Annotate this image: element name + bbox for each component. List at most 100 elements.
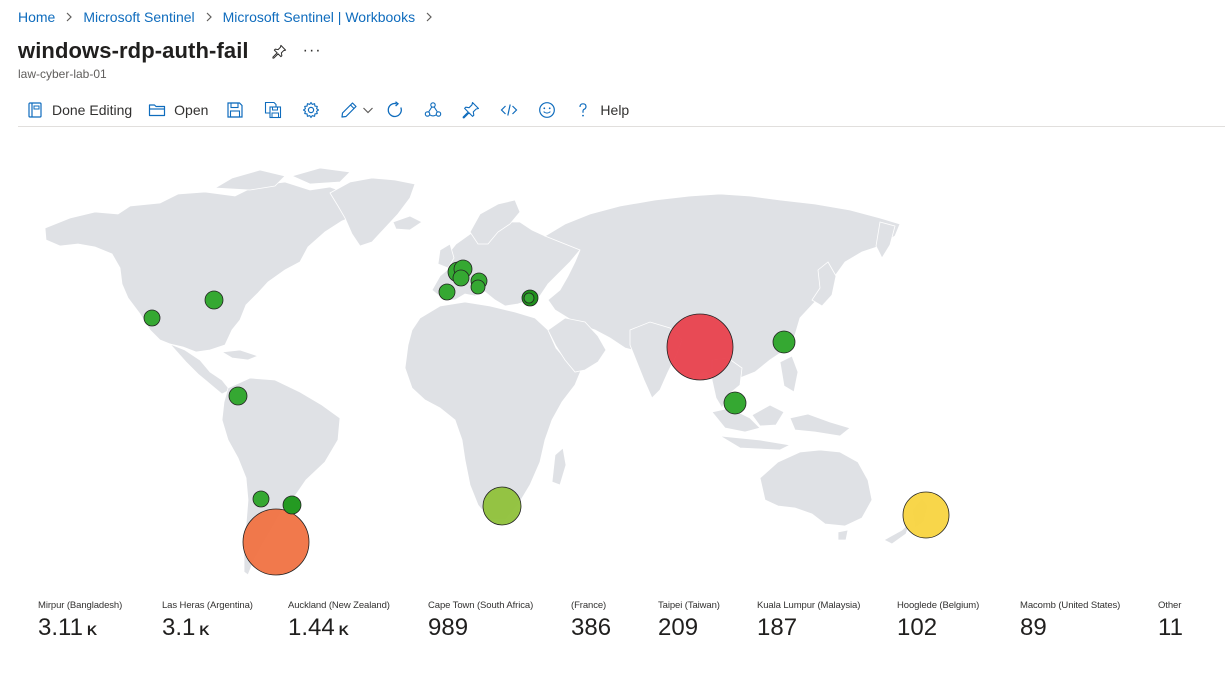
chevron-down-icon	[363, 107, 374, 114]
tile-location: Macomb (United States)	[1020, 600, 1121, 611]
tile-france[interactable]: (France) 386	[571, 600, 615, 642]
land-kamchatka	[875, 221, 896, 259]
bubble-buenos-aires[interactable]	[282, 495, 302, 515]
page-title: windows-rdp-auth-fail	[18, 38, 249, 63]
chevron-right-icon	[424, 12, 434, 22]
tile-value: 187	[757, 614, 798, 641]
tile-unit: K	[338, 622, 349, 638]
toolbar: Done Editing Open Help	[18, 94, 1225, 127]
tile-location: (France)	[571, 600, 607, 611]
land-madagascar	[551, 447, 567, 486]
tile-auckland-new-zealand[interactable]: Auckland (New Zealand) 1.44 K	[288, 600, 390, 642]
feedback-smiley-icon	[539, 102, 556, 118]
workspace-subtitle: law-cyber-lab-01	[18, 67, 107, 81]
help-label: Help	[600, 102, 630, 118]
done-editing-label: Done Editing	[52, 102, 133, 118]
settings-gear-icon	[303, 101, 320, 119]
pin-icon[interactable]	[271, 42, 289, 60]
share-icon	[425, 102, 442, 117]
settings-button[interactable]	[292, 94, 330, 126]
bubble-france[interactable]	[438, 283, 456, 301]
bubble-mirpur-bangladesh[interactable]	[666, 313, 734, 381]
help-button[interactable]: Help	[566, 94, 637, 126]
bubble-taipei-taiwan[interactable]	[772, 330, 796, 354]
done-editing-button[interactable]: Done Editing	[18, 94, 140, 126]
tile-value: 1.44	[288, 614, 335, 641]
advanced-editor-button[interactable]	[490, 94, 528, 126]
tile-value: 209	[658, 614, 699, 641]
refresh-button[interactable]	[376, 94, 414, 126]
tile-value: 989	[428, 614, 469, 641]
tile-macomb-united-states[interactable]: Macomb (United States) 89	[1020, 600, 1120, 642]
world-map	[0, 128, 1225, 598]
more-options-button[interactable]: ···	[303, 42, 322, 60]
bubble-macomb-united-states[interactable]	[204, 290, 224, 310]
breadcrumb: Home Microsoft Sentinel Microsoft Sentin…	[18, 8, 443, 26]
tile-location: Taipei (Taiwan)	[658, 600, 720, 611]
bubble-auckland-new-zealand[interactable]	[902, 491, 950, 539]
land-australia	[759, 449, 873, 527]
tile-location: Auckland (New Zealand)	[288, 600, 390, 611]
save-button[interactable]	[216, 94, 254, 126]
tile-kuala-lumpur-malaysia[interactable]: Kuala Lumpur (Malaysia) 187	[757, 600, 860, 642]
land-greenland	[329, 177, 416, 247]
tile-location: Las Heras (Argentina)	[162, 600, 253, 611]
tile-value: 102	[897, 614, 938, 641]
breadcrumb-sentinel[interactable]: Microsoft Sentinel	[83, 9, 194, 25]
tile-location: Other	[1158, 600, 1182, 611]
tile-location: Mirpur (Bangladesh)	[38, 600, 123, 611]
save-as-button[interactable]	[254, 94, 292, 126]
tile-mirpur-bangladesh[interactable]: Mirpur (Bangladesh) 3.11 K	[38, 600, 122, 642]
land-philippines	[779, 355, 799, 393]
help-question-icon	[579, 103, 588, 117]
share-button[interactable]	[414, 94, 452, 126]
code-icon	[501, 104, 518, 116]
tile-unit: K	[199, 622, 210, 638]
bubble-chile[interactable]	[252, 490, 270, 508]
land-iceland	[392, 215, 423, 231]
tile-location: Kuala Lumpur (Malaysia)	[757, 600, 861, 611]
done-editing-icon	[28, 102, 42, 118]
land-caribbean	[220, 349, 260, 361]
tile-value: 3.11	[38, 614, 83, 641]
world-map-svg	[44, 167, 950, 576]
open-button[interactable]: Open	[140, 94, 216, 126]
tile-location: Hooglede (Belgium)	[897, 600, 980, 611]
pin-to-dashboard-button[interactable]	[452, 94, 490, 126]
tile-las-heras-argentina[interactable]: Las Heras (Argentina) 3.1 K	[162, 600, 253, 642]
tile-taipei-taiwan[interactable]: Taipei (Taiwan) 209	[658, 600, 720, 642]
breadcrumb-workbooks[interactable]: Microsoft Sentinel | Workbooks	[223, 9, 415, 25]
save-as-icon	[265, 101, 282, 119]
tile-value: 11	[1158, 614, 1183, 641]
tile-value: 386	[571, 614, 612, 641]
refresh-icon	[388, 101, 403, 118]
bubble-turkey[interactable]	[523, 292, 535, 304]
breadcrumb-home[interactable]: Home	[18, 9, 55, 25]
open-folder-icon	[149, 104, 166, 117]
pin-icon	[463, 101, 480, 119]
land-north-america	[44, 181, 373, 353]
bubble-colombia[interactable]	[228, 386, 248, 406]
edit-pencil-icon	[341, 102, 358, 118]
chevron-right-icon	[64, 12, 74, 22]
tile-hooglede-belgium[interactable]: Hooglede (Belgium) 102	[897, 600, 979, 642]
edit-dropdown-button[interactable]	[362, 94, 376, 126]
location-tiles: Mirpur (Bangladesh) 3.11 K Las Heras (Arg…	[0, 600, 1225, 660]
bubble-italy[interactable]	[470, 279, 486, 295]
tile-other[interactable]: Other 11	[1158, 600, 1187, 642]
feedback-button[interactable]	[528, 94, 566, 126]
bubble-germany[interactable]	[452, 269, 470, 287]
bubble-us-southwest[interactable]	[143, 309, 161, 327]
title-row: windows-rdp-auth-fail ···	[18, 36, 322, 66]
tile-location: Cape Town (South Africa)	[428, 600, 534, 611]
land-tasmania	[837, 529, 849, 541]
save-icon	[227, 102, 244, 118]
bubble-cape-town-south-africa[interactable]	[482, 486, 522, 526]
tile-value: 89	[1020, 614, 1047, 641]
chevron-right-icon	[204, 12, 214, 22]
tile-unit: K	[86, 622, 98, 638]
tile-value: 3.1	[162, 614, 196, 641]
tile-cape-town-south-africa[interactable]: Cape Town (South Africa) 989	[428, 600, 533, 642]
bubble-kuala-lumpur-malaysia[interactable]	[723, 391, 747, 415]
bubble-las-heras-argentina[interactable]	[242, 508, 310, 576]
